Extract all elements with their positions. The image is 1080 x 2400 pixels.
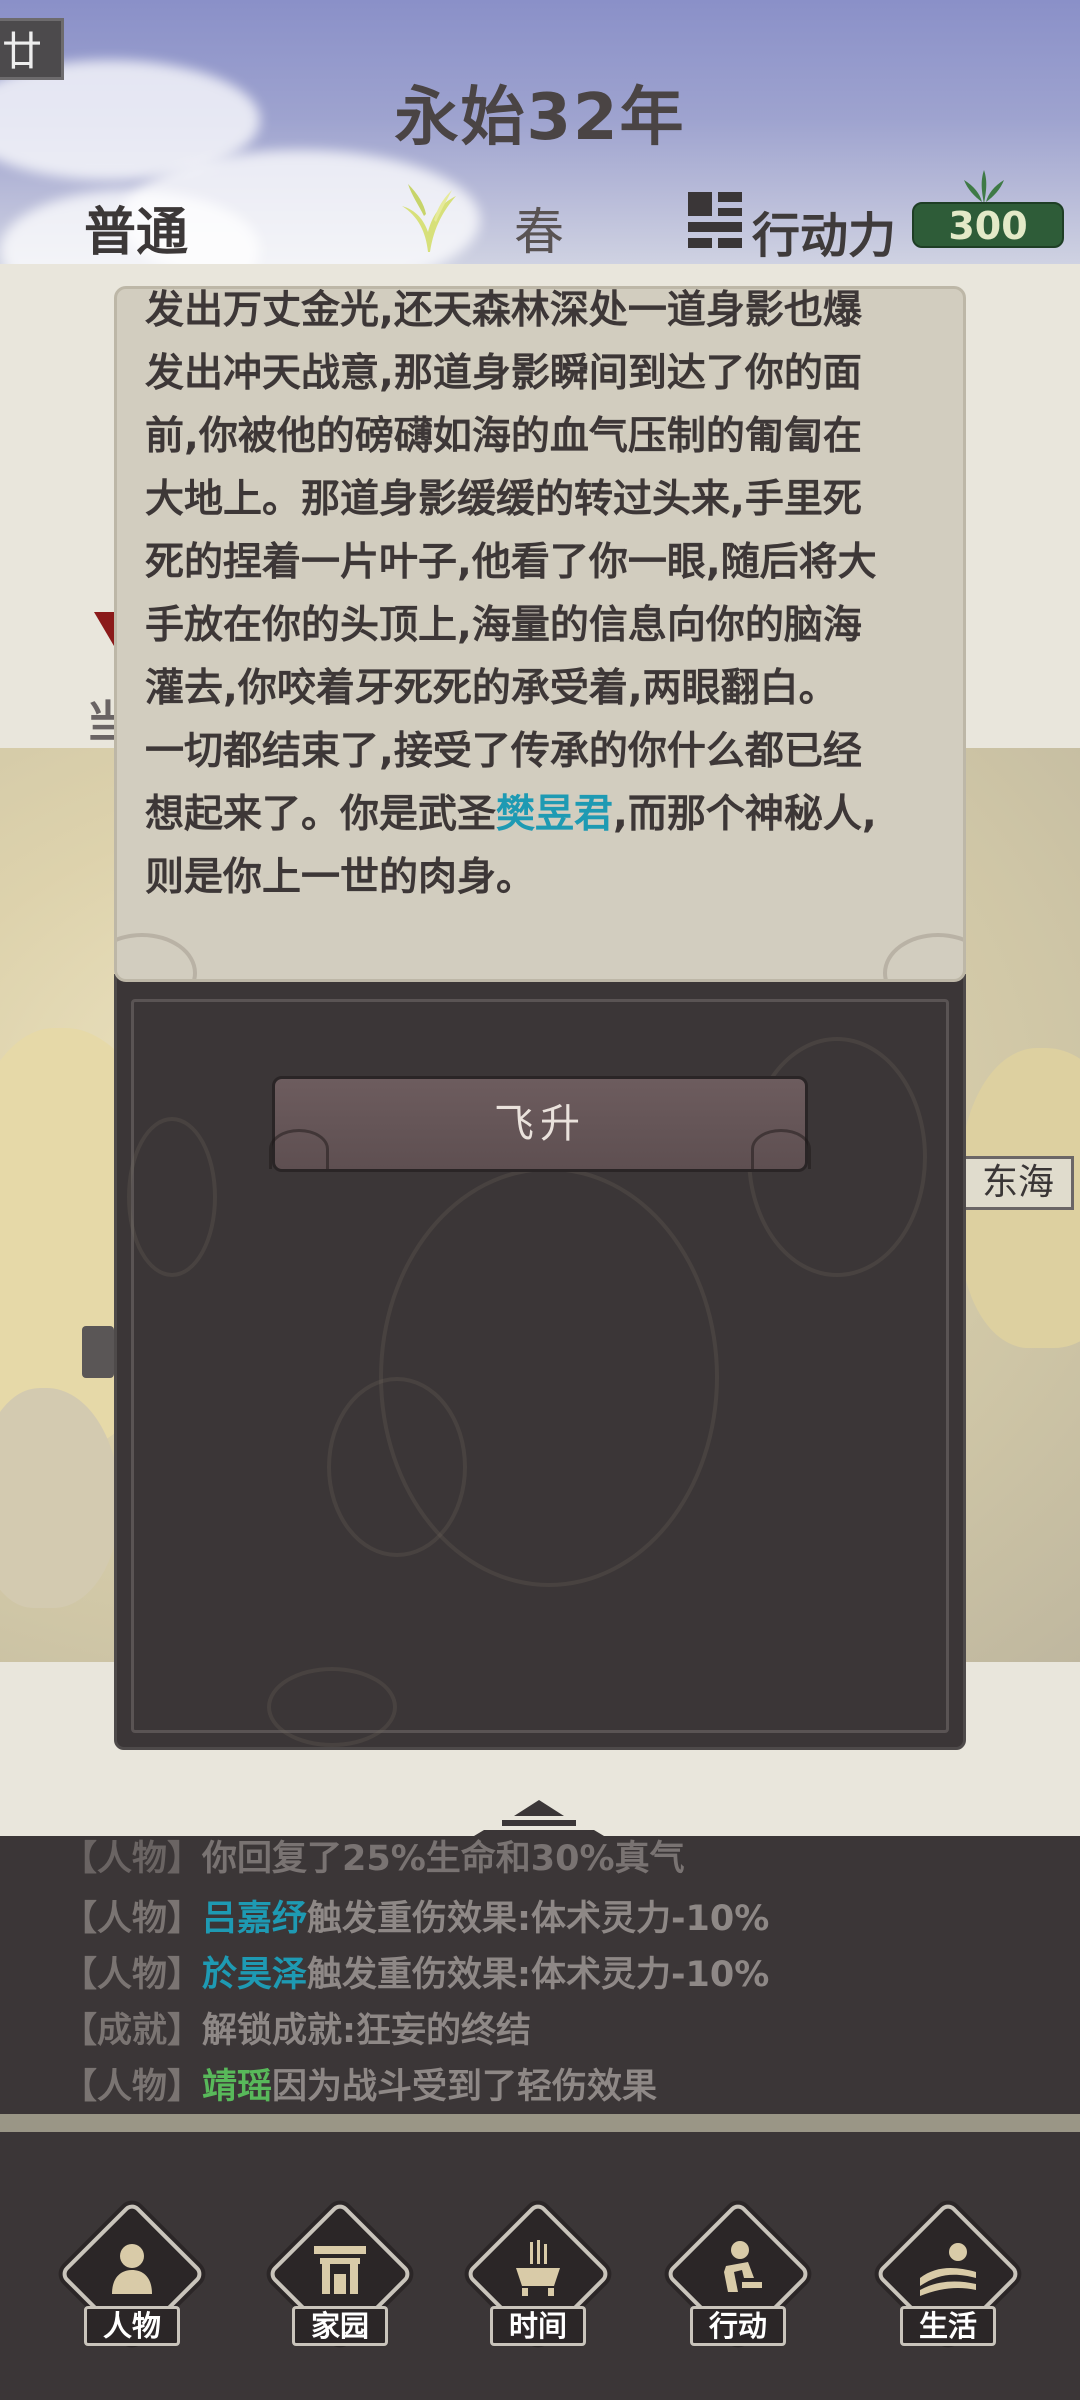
leaf-icon	[964, 170, 1004, 204]
log-character-name[interactable]: 於昊泽	[202, 1955, 307, 1995]
log-character-name[interactable]: 靖瑶	[202, 2067, 272, 2107]
expand-log-icon[interactable]	[464, 1796, 614, 1840]
decor-circle	[127, 1117, 217, 1277]
log-text: 你回复了25%生命和30%真气	[202, 1839, 685, 1879]
nav-label: 人物	[84, 2306, 180, 2346]
year-title: 永始32年	[394, 81, 686, 155]
nav-item-action[interactable]: 行动	[662, 2200, 814, 2378]
nav-label: 生活	[900, 2306, 996, 2346]
difficulty-label: 普通	[84, 203, 189, 263]
action-figure-icon	[724, 2241, 762, 2292]
incense-burner-icon	[516, 2240, 560, 2296]
event-log[interactable]: 【人物】你回复了25%生命和30%真气 【人物】吕嘉纾触发重伤效果:体术灵力-1…	[0, 1836, 1080, 2122]
story-character-name: 樊昱君	[496, 792, 614, 837]
log-entry: 【人物】靖瑶因为战斗受到了轻伤效果	[62, 2058, 657, 2109]
log-category: 【人物】	[62, 1839, 203, 1879]
decor-circle	[327, 1377, 467, 1557]
log-entry: 【人物】於昊泽触发重伤效果:体术灵力-10%	[62, 1946, 769, 1997]
log-text: 解锁成就:狂妄的终结	[202, 2011, 532, 2051]
nav-item-home[interactable]: 家园	[264, 2200, 416, 2378]
log-category: 【人物】	[62, 1899, 203, 1939]
nav-label: 时间	[490, 2306, 586, 2346]
ascend-button[interactable]: 飞升	[269, 1076, 811, 1172]
nav-item-time[interactable]: 时间	[462, 2200, 614, 2378]
action-power-icon	[688, 192, 742, 248]
nav-label: 家园	[292, 2306, 388, 2346]
log-entry: 【人物】吕嘉纾触发重伤效果:体术灵力-10%	[62, 1890, 769, 1941]
swirl-decoration	[751, 1129, 811, 1169]
top-status-bar: 廿 永始32年 普通 春 行动力 300	[0, 0, 1080, 264]
log-entry: 【人物】你回复了25%生命和30%真气	[62, 1836, 685, 1881]
log-entry: 【成就】解锁成就:狂妄的终结	[62, 2002, 531, 2053]
spring-sprout-icon	[402, 184, 456, 252]
story-text-part: 发出万丈金光,还天森林深处一道身影也爆 发出冲天战意,那道身影瞬间到达了你的面 …	[145, 288, 877, 837]
person-icon	[112, 2244, 152, 2294]
log-text: 因为战斗受到了轻伤效果	[272, 2067, 658, 2107]
sun-field-icon	[920, 2243, 976, 2296]
nav-label: 行动	[690, 2306, 786, 2346]
nav-item-life[interactable]: 生活	[872, 2200, 1024, 2378]
nav-item-character[interactable]: 人物	[56, 2200, 208, 2378]
home-gate-icon	[314, 2246, 366, 2294]
bottom-navigation: 人物 家园 时间 行动 生活	[0, 2132, 1080, 2400]
log-category: 【人物】	[62, 2067, 203, 2107]
log-divider	[0, 2114, 1080, 2132]
story-text: 发出万丈金光,还天森林深处一道身影也爆 发出冲天战意,那道身影瞬间到达了你的面 …	[145, 288, 945, 909]
decor-circle	[267, 1667, 397, 1747]
log-text: 触发重伤效果:体术灵力-10%	[307, 1955, 770, 1995]
log-text: 触发重伤效果:体术灵力-10%	[307, 1899, 770, 1939]
log-category: 【人物】	[62, 1955, 203, 1995]
map-side-marker[interactable]	[82, 1326, 114, 1378]
swirl-decoration	[117, 933, 197, 979]
swirl-decoration	[883, 933, 963, 979]
swirl-decoration	[269, 1129, 329, 1169]
log-category: 【成就】	[62, 2011, 203, 2051]
season-label: 春	[514, 203, 564, 261]
ascend-button-label: 飞升	[494, 1101, 586, 1147]
map-region-donghai[interactable]: 东海	[962, 1156, 1074, 1210]
action-power-label: 行动力	[752, 208, 897, 264]
action-points-badge: 300	[912, 202, 1064, 248]
story-text-panel[interactable]: 发出万丈金光,还天森林深处一道身影也爆 发出冲天战意,那道身影瞬间到达了你的面 …	[114, 286, 966, 982]
log-character-name[interactable]: 吕嘉纾	[202, 1899, 307, 1939]
